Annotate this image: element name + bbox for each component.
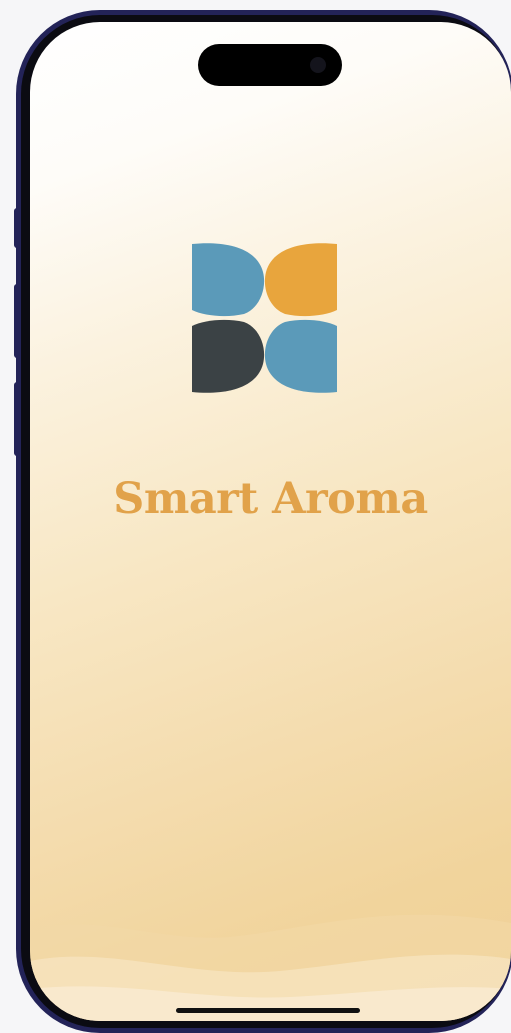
app-logo: [192, 243, 337, 393]
home-indicator[interactable]: [176, 1008, 360, 1013]
four-petal-logo-icon: [192, 243, 337, 393]
logo-petal-bottom-right: [264, 319, 337, 393]
logo-petal-bottom-left: [192, 319, 265, 393]
app-title: Smart Aroma: [113, 474, 428, 524]
front-camera-icon: [310, 57, 326, 73]
volume-up-button: [14, 284, 21, 358]
logo-petal-top-right: [264, 243, 337, 317]
splash-page: Smart Aroma: [0, 0, 511, 1033]
logo-petal-top-left: [192, 243, 265, 317]
volume-down-button: [14, 382, 21, 456]
splash-screen: Smart Aroma: [30, 22, 511, 1021]
action-button: [14, 208, 21, 248]
dynamic-island: [198, 44, 342, 86]
decorative-waves: [30, 914, 511, 1021]
